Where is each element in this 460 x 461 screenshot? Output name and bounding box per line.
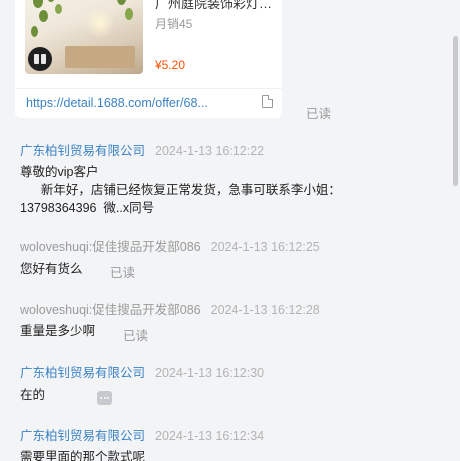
message-time: 2024-1-13 16:12:28 xyxy=(210,303,320,317)
read-status: 已读 xyxy=(306,107,332,121)
message-header: woloveshuqi:促佳搜品开发部086 2024-1-13 16:12:28 xyxy=(20,299,320,318)
product-image-leaf xyxy=(39,10,48,22)
product-link[interactable]: https://detail.1688.com/offer/68... xyxy=(26,96,236,110)
product-title[interactable]: 广州庭院装饰彩灯… xyxy=(155,0,275,12)
product-image-light xyxy=(85,8,115,38)
product-image-leaf xyxy=(117,0,126,5)
product-image-leaf xyxy=(33,0,43,8)
product-image-leaf xyxy=(125,8,133,20)
read-status: 已读 xyxy=(123,329,149,343)
product-image[interactable] xyxy=(25,0,143,74)
message-text: 在的 xyxy=(20,388,46,402)
message-time: 2024-1-13 16:12:25 xyxy=(210,240,320,254)
sender-name: woloveshuqi:促佳搜品开发部086 xyxy=(20,303,201,317)
scrollbar[interactable] xyxy=(453,36,458,186)
read-status: 已读 xyxy=(110,266,136,280)
message-header: 广东柏钊贸易有限公司 2024-1-13 16:12:34 xyxy=(20,425,264,444)
product-image-leaf xyxy=(47,0,55,2)
message-header: woloveshuqi:促佳搜品开发部086 2024-1-13 16:12:25 xyxy=(20,236,320,255)
message-text-line: 13798364396 微..x同号 xyxy=(20,201,155,215)
product-price: ¥5.20 xyxy=(155,58,186,72)
message-text: 重量是多少啊 xyxy=(20,324,96,338)
product-image-table xyxy=(65,46,135,68)
document-icon[interactable] xyxy=(262,95,273,108)
message-header: 广东柏钊贸易有限公司 2024-1-13 16:12:22 xyxy=(20,140,264,159)
message-text: 需要里面的那个款式呢 xyxy=(20,450,146,461)
product-card[interactable]: 广州庭院装饰彩灯… 月销45 ¥5.20 https://detail.1688… xyxy=(15,0,282,118)
sender-name: woloveshuqi:促佳搜品开发部086 xyxy=(20,240,201,254)
message-text-line: 尊敬的vip客户 xyxy=(20,165,99,179)
sender-name[interactable]: 广东柏钊贸易有限公司 xyxy=(20,429,145,443)
more-options-icon[interactable] xyxy=(97,391,112,405)
sender-name[interactable]: 广东柏钊贸易有限公司 xyxy=(20,366,145,380)
sender-name[interactable]: 广东柏钊贸易有限公司 xyxy=(20,144,145,158)
card-divider xyxy=(15,88,282,89)
message-text: 您好有货么 xyxy=(20,262,83,276)
message-time: 2024-1-13 16:12:30 xyxy=(155,366,265,380)
product-sales: 月销45 xyxy=(155,17,193,31)
product-badge-icon xyxy=(28,47,52,71)
product-image-leaf xyxy=(55,4,62,14)
message-time: 2024-1-13 16:12:34 xyxy=(155,429,265,443)
product-image-leaf xyxy=(31,26,38,37)
chat-message-list[interactable]: 广州庭院装饰彩灯… 月销45 ¥5.20 https://detail.1688… xyxy=(0,0,452,461)
message-time: 2024-1-13 16:12:22 xyxy=(155,144,265,158)
message-text-line: 新年好，店铺已经恢复正常发货，急事可联系李小姐： xyxy=(20,183,341,197)
message-header: 广东柏钊贸易有限公司 2024-1-13 16:12:30 xyxy=(20,362,264,381)
